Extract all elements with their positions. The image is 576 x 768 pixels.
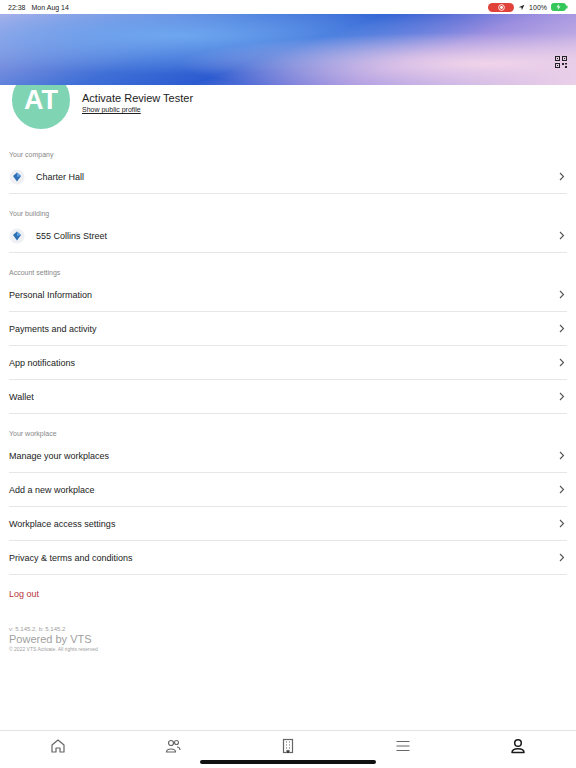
settings-row[interactable]: App notifications [9,346,567,380]
settings-row[interactable]: Add a new workplace [9,473,567,507]
status-date: Mon Aug 14 [32,4,69,11]
chevron-right-icon [559,553,565,562]
status-time: 22:38 [8,4,26,11]
chevron-right-icon [559,451,565,460]
row-label: 555 Collins Street [36,231,559,241]
battery-icon [551,3,568,11]
chevron-right-icon [559,519,565,528]
section-label: Account settings [0,253,576,278]
chevron-right-icon [559,324,565,333]
settings-row[interactable]: Manage your workplaces [9,439,567,473]
building-icon [280,738,296,754]
tab-bar [0,730,576,768]
footer: v: 5.145.2, b: 5.145.2 Powered by VTS © … [0,599,576,653]
settings-section: Account settings Personal Information Pa… [0,253,576,414]
company-logo-icon [9,169,25,185]
settings-row[interactable]: Wallet [9,380,567,414]
chevron-right-icon [559,231,565,240]
powered-by-text: Powered by VTS [9,633,567,646]
profile-header: AT Activate Review Tester Show public pr… [0,85,576,135]
profile-screen: 22:38 Mon Aug 14 100% AT Activate Review… [0,0,576,768]
battery-percent: 100% [529,4,547,11]
tab-item[interactable] [346,738,461,754]
section-label: Your company [0,135,576,160]
settings-section: Your company Charter Hall [0,135,576,194]
section-label: Your workplace [0,414,576,439]
menu-icon [395,738,411,754]
settings-section: Your building 555 Collins Street [0,194,576,253]
row-label: Charter Hall [36,172,559,182]
row-label: Privacy & terms and conditions [9,553,559,563]
chevron-right-icon [559,172,565,181]
log-out-button[interactable]: Log out [0,575,576,599]
qr-code-icon[interactable] [555,56,567,68]
row-label: Add a new workplace [9,485,559,495]
version-text: v: 5.145.2, b: 5.145.2 [9,625,567,633]
profile-icon [510,738,526,754]
settings-row[interactable]: Privacy & terms and conditions [9,541,567,575]
status-bar: 22:38 Mon Aug 14 100% [0,0,576,14]
tab-item[interactable] [461,738,576,754]
profile-name: Activate Review Tester [82,91,193,105]
chevron-right-icon [559,485,565,494]
recording-indicator [488,3,514,12]
section-label: Your building [0,194,576,219]
chevron-right-icon [559,290,565,299]
settings-row[interactable]: Personal Information [9,278,567,312]
row-label: Payments and activity [9,324,559,334]
home-icon [50,738,66,754]
location-icon [518,4,525,11]
profile-banner [0,14,576,85]
home-indicator [200,760,376,764]
tab-item[interactable] [0,738,115,754]
public-profile-link[interactable]: Show public profile [82,106,193,113]
copyright-text: © 2022 VTS Activate. All rights reserved [9,646,567,653]
settings-row[interactable]: 555 Collins Street [9,219,567,253]
row-label: Wallet [9,392,559,402]
settings-row[interactable]: Workplace access settings [9,507,567,541]
company-logo-icon [9,228,25,244]
row-label: App notifications [9,358,559,368]
row-label: Workplace access settings [9,519,559,529]
row-label: Personal Information [9,290,559,300]
record-icon [498,4,505,11]
settings-section: Your workplace Manage your workplaces Ad… [0,414,576,575]
tab-item[interactable] [115,738,230,754]
row-label: Manage your workplaces [9,451,559,461]
tab-item[interactable] [230,738,345,754]
chevron-right-icon [559,392,565,401]
chevron-right-icon [559,358,565,367]
settings-row[interactable]: Payments and activity [9,312,567,346]
people-icon [165,738,181,754]
settings-row[interactable]: Charter Hall [9,160,567,194]
